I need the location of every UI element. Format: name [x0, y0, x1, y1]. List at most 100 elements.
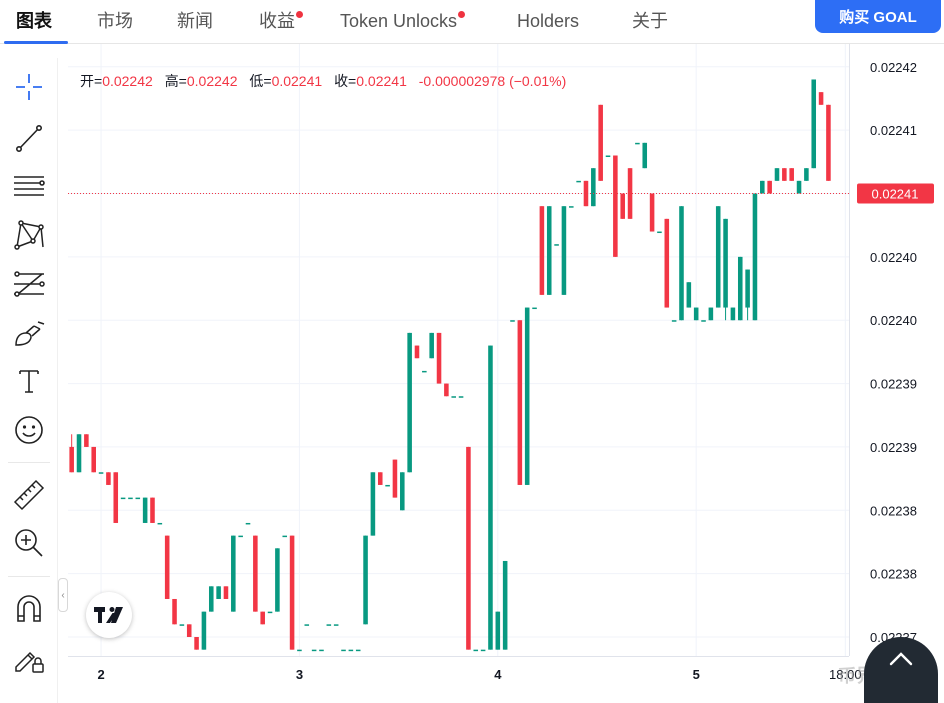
y-axis-tick-label: 0.02238 [870, 567, 917, 582]
tab-market[interactable]: 市场 [97, 10, 133, 32]
emoji-icon [15, 416, 43, 444]
candle-body [480, 649, 486, 652]
candle-body [91, 446, 96, 473]
magnet-tool[interactable] [10, 590, 48, 628]
lock-drawings-tool[interactable] [10, 639, 48, 677]
chevron-left-icon: ‹ [61, 589, 65, 601]
buy-goal-button[interactable]: 购买 GOAL [815, 0, 941, 33]
candle-body [458, 396, 464, 398]
candle-body [730, 307, 736, 321]
tab-earnings[interactable]: 收益 [259, 10, 303, 32]
candle-body [326, 624, 332, 626]
candle-body [186, 624, 192, 637]
candle-body [517, 320, 523, 485]
candle-body [422, 370, 427, 373]
candle-body [69, 446, 74, 473]
candle-body [804, 168, 809, 181]
notification-dot [458, 11, 466, 18]
candle-body [649, 193, 655, 232]
candlestick-chart[interactable]: 0.02242 0.02241 0.02241 0.02240 0.02240 0.022… [68, 44, 944, 703]
change-percent: (−0.01%) [509, 73, 567, 89]
candle-body [576, 180, 581, 183]
candle-body [363, 535, 368, 625]
candle-body [657, 231, 662, 234]
candle-body [613, 155, 618, 257]
magnet-icon [17, 595, 41, 622]
candle-body [150, 497, 155, 523]
toolbar-collapse-handle[interactable]: ‹ [58, 578, 68, 612]
candle-body [194, 636, 199, 650]
last-price-tag-label: 0.02241 [872, 187, 919, 202]
scroll-top-button[interactable] [864, 637, 938, 703]
toolbar-divider [8, 576, 50, 577]
candle-body [142, 497, 148, 523]
top-nav: 图表 市场 新闻 收益 Token Unlocks Holders 关于 购买 … [0, 0, 944, 44]
x-axis-tick-label: 4 [494, 667, 502, 682]
lock-pencil-icon [15, 651, 44, 673]
candle-body [686, 282, 692, 308]
brush-icon [15, 321, 45, 346]
brush-tool[interactable] [10, 314, 48, 352]
fib-retracement-icon [14, 271, 45, 297]
candle-body [679, 206, 684, 321]
price-chart[interactable]: 0.02242 0.02241 0.02241 0.02240 0.02240 0.022… [68, 44, 944, 703]
y-axis-tick-label: 0.02238 [870, 503, 917, 518]
candle-body [752, 193, 758, 321]
candle-body [245, 522, 251, 525]
low-label: 低= [249, 73, 272, 89]
candle-body [466, 446, 471, 650]
candle-body [708, 307, 714, 321]
zoom-in-icon [15, 529, 43, 557]
candle-body [164, 535, 170, 599]
tab-holders[interactable]: Holders [517, 10, 579, 32]
horizontal-lines-icon [14, 176, 45, 196]
y-axis-tick-label: 0.02239 [870, 377, 917, 392]
candle-body [128, 497, 133, 500]
trend-line-tool[interactable] [10, 119, 48, 157]
candle-body [172, 598, 177, 625]
pattern-tool[interactable] [10, 216, 48, 254]
pattern-icon [14, 220, 44, 250]
tab-about[interactable]: 关于 [632, 10, 668, 32]
candle-body [238, 535, 243, 538]
candle-body [436, 332, 442, 384]
active-tab-indicator [4, 41, 68, 44]
tab-chart[interactable]: 图表 [16, 10, 52, 32]
crosshair-tool[interactable] [10, 68, 48, 106]
candle-body [377, 472, 383, 485]
candle-body [120, 497, 126, 500]
ruler-tool[interactable] [10, 476, 48, 514]
tab-token-unlocks[interactable]: Token Unlocks [340, 10, 466, 32]
candle-body [407, 332, 412, 473]
candle-body [289, 535, 295, 650]
horizontal-lines-tool[interactable] [10, 167, 48, 205]
change-value: -0.000002978 [418, 73, 506, 89]
y-axis-tick-label: 0.02241 [870, 123, 917, 138]
candle-body [701, 320, 706, 322]
candle-body [304, 624, 310, 626]
toolbar-divider [8, 462, 50, 463]
y-axis-tick-label: 0.02239 [870, 440, 917, 455]
fib-retracement-tool[interactable] [10, 265, 48, 303]
tab-news[interactable]: 新闻 [177, 10, 213, 32]
candle-body [341, 649, 346, 652]
emoji-tool[interactable] [10, 411, 48, 449]
candle-body [414, 345, 420, 359]
candle-body [664, 218, 670, 308]
candle-body [429, 332, 434, 359]
candle-body [760, 180, 765, 194]
text-icon [19, 370, 39, 393]
y-axis-tick-label: 0.02240 [870, 313, 917, 328]
candle-body [737, 256, 743, 321]
zoom-in-tool[interactable] [10, 524, 48, 562]
tradingview-logo[interactable] [86, 592, 132, 638]
chevron-up-icon [889, 652, 913, 666]
trend-line-icon [16, 125, 42, 152]
candle-body [260, 611, 265, 625]
close-label: 收= [334, 73, 357, 89]
candle-body [591, 168, 596, 207]
candle-body [473, 649, 479, 652]
text-tool[interactable] [10, 362, 48, 400]
candle-body [598, 104, 603, 181]
crosshair-icon [16, 74, 42, 100]
